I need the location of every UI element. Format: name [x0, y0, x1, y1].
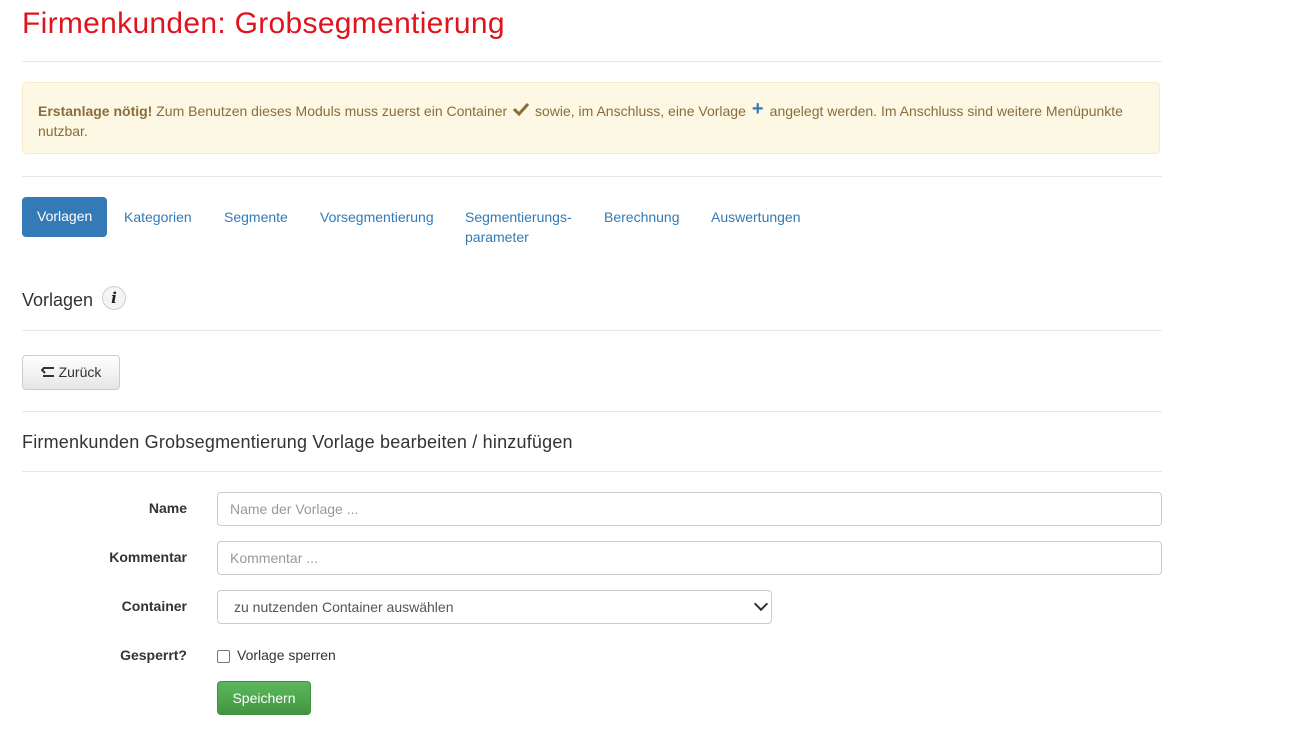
warning-alert: Erstanlage nötig! Zum Benutzen dieses Mo…: [22, 82, 1160, 154]
info-icon[interactable]: i: [102, 286, 126, 310]
tab-vorsegmentierung[interactable]: Vorsegmentierung: [320, 197, 434, 237]
name-label: Name: [148, 500, 187, 516]
alert-text-2: sowie, im Anschluss, eine Vorlage: [531, 103, 750, 119]
back-arrow-icon: [40, 356, 55, 389]
alert-text-1: Zum Benutzen dieses Moduls muss zuerst e…: [152, 103, 512, 119]
container-label: Container: [121, 598, 187, 614]
divider: [22, 330, 1162, 331]
comment-input[interactable]: [217, 541, 1162, 575]
tab-label-line1: Segmentierungs-: [465, 209, 572, 225]
plus-icon: +: [751, 98, 764, 120]
divider: [22, 411, 1162, 412]
container-select-value: zu nutzenden Container auswählen: [234, 599, 454, 615]
back-button[interactable]: Zurück: [22, 355, 120, 390]
tab-berechnung[interactable]: Berechnung: [604, 197, 680, 237]
locked-label: Gesperrt?: [120, 647, 187, 663]
container-select[interactable]: zu nutzenden Container auswählen: [217, 590, 772, 624]
lock-checkbox[interactable]: [217, 650, 230, 663]
divider: [22, 471, 1162, 472]
page-title: Firmenkunden: Grobsegmentierung: [22, 7, 505, 40]
comment-label: Kommentar: [109, 549, 187, 565]
divider: [22, 176, 1162, 177]
lock-checkbox-label[interactable]: Vorlage sperren: [237, 647, 336, 664]
back-button-label: Zurück: [58, 364, 102, 380]
tab-vorlagen[interactable]: Vorlagen: [22, 197, 108, 237]
tab-auswertungen[interactable]: Auswertungen: [711, 197, 801, 237]
section-title: Vorlagen: [22, 290, 94, 310]
divider: [22, 61, 1162, 62]
form-title: Firmenkunden Grobsegmentierung Vorlage b…: [22, 432, 573, 452]
alert-strong-text: Erstanlage nötig!: [38, 103, 153, 119]
save-button[interactable]: Speichern: [217, 681, 311, 715]
check-icon: [511, 101, 531, 121]
chevron-down-icon: [753, 596, 769, 612]
tab-kategorien[interactable]: Kategorien: [124, 197, 192, 237]
tab-label-line2: parameter: [465, 229, 529, 245]
tab-segmentierungsparameter[interactable]: Segmentierungs- parameter: [465, 197, 572, 257]
tab-segmente[interactable]: Segmente: [224, 197, 288, 237]
name-input[interactable]: [217, 492, 1162, 526]
